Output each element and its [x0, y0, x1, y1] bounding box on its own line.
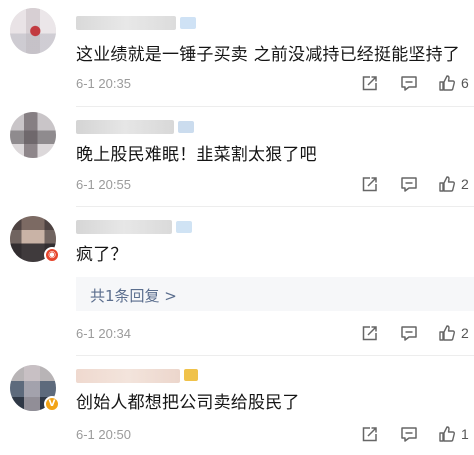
username-blurred[interactable] — [76, 220, 172, 234]
share-icon — [361, 325, 378, 342]
share-icon — [361, 75, 378, 92]
reply-preview[interactable]: 共1条回复 > — [76, 277, 474, 311]
weibo-badge-icon: ◉ — [44, 247, 60, 263]
like-button[interactable]: 2 — [438, 175, 469, 193]
comment-button[interactable] — [400, 426, 418, 443]
view-replies-link[interactable]: 共1条回复 > — [90, 285, 177, 306]
thumbs-up-icon — [438, 74, 456, 92]
thumbs-up-icon — [438, 324, 456, 342]
like-count: 2 — [461, 176, 469, 192]
comment-button[interactable] — [400, 325, 418, 342]
username-blurred[interactable] — [76, 369, 180, 383]
share-button[interactable] — [361, 426, 378, 443]
divider — [76, 106, 474, 107]
avatar[interactable] — [10, 112, 56, 158]
share-button[interactable] — [361, 75, 378, 92]
user-level-badge — [180, 17, 196, 29]
like-button[interactable]: 1 — [438, 425, 469, 443]
thumbs-up-icon — [438, 175, 456, 193]
comment-text: 创始人都想把公司卖给股民了 — [76, 393, 300, 413]
thumbs-up-icon — [438, 425, 456, 443]
comment-time: 6-1 20:34 — [76, 326, 131, 341]
username-blurred[interactable] — [76, 120, 174, 134]
like-button[interactable]: 6 — [438, 74, 469, 92]
comment-text: 晚上股民难眠！韭菜割太狠了吧 — [76, 145, 317, 165]
comment-icon — [400, 325, 418, 342]
divider — [76, 355, 474, 356]
comment-text: 疯了？ — [76, 245, 128, 265]
comment-time: 6-1 20:55 — [76, 177, 131, 192]
verified-v-icon: V — [44, 396, 60, 412]
comment-icon — [400, 426, 418, 443]
share-icon — [361, 426, 378, 443]
comment-button[interactable] — [400, 176, 418, 193]
share-icon — [361, 176, 378, 193]
user-level-badge — [176, 221, 192, 233]
avatar[interactable] — [10, 8, 56, 54]
comment-time: 6-1 20:35 — [76, 76, 131, 91]
comment-icon — [400, 176, 418, 193]
like-count: 1 — [461, 426, 469, 442]
username-blurred[interactable] — [76, 16, 176, 30]
divider — [76, 206, 474, 207]
like-count: 6 — [461, 75, 469, 91]
user-level-badge — [178, 121, 194, 133]
user-level-badge — [184, 369, 198, 381]
comment-text: 这业绩就是一锤子买卖 之前没减持已经挺能坚持了 — [76, 45, 461, 65]
like-button[interactable]: 2 — [438, 324, 469, 342]
share-button[interactable] — [361, 176, 378, 193]
share-button[interactable] — [361, 325, 378, 342]
comment-icon — [400, 75, 418, 92]
comment-time: 6-1 20:50 — [76, 427, 131, 442]
comment-button[interactable] — [400, 75, 418, 92]
like-count: 2 — [461, 325, 469, 341]
